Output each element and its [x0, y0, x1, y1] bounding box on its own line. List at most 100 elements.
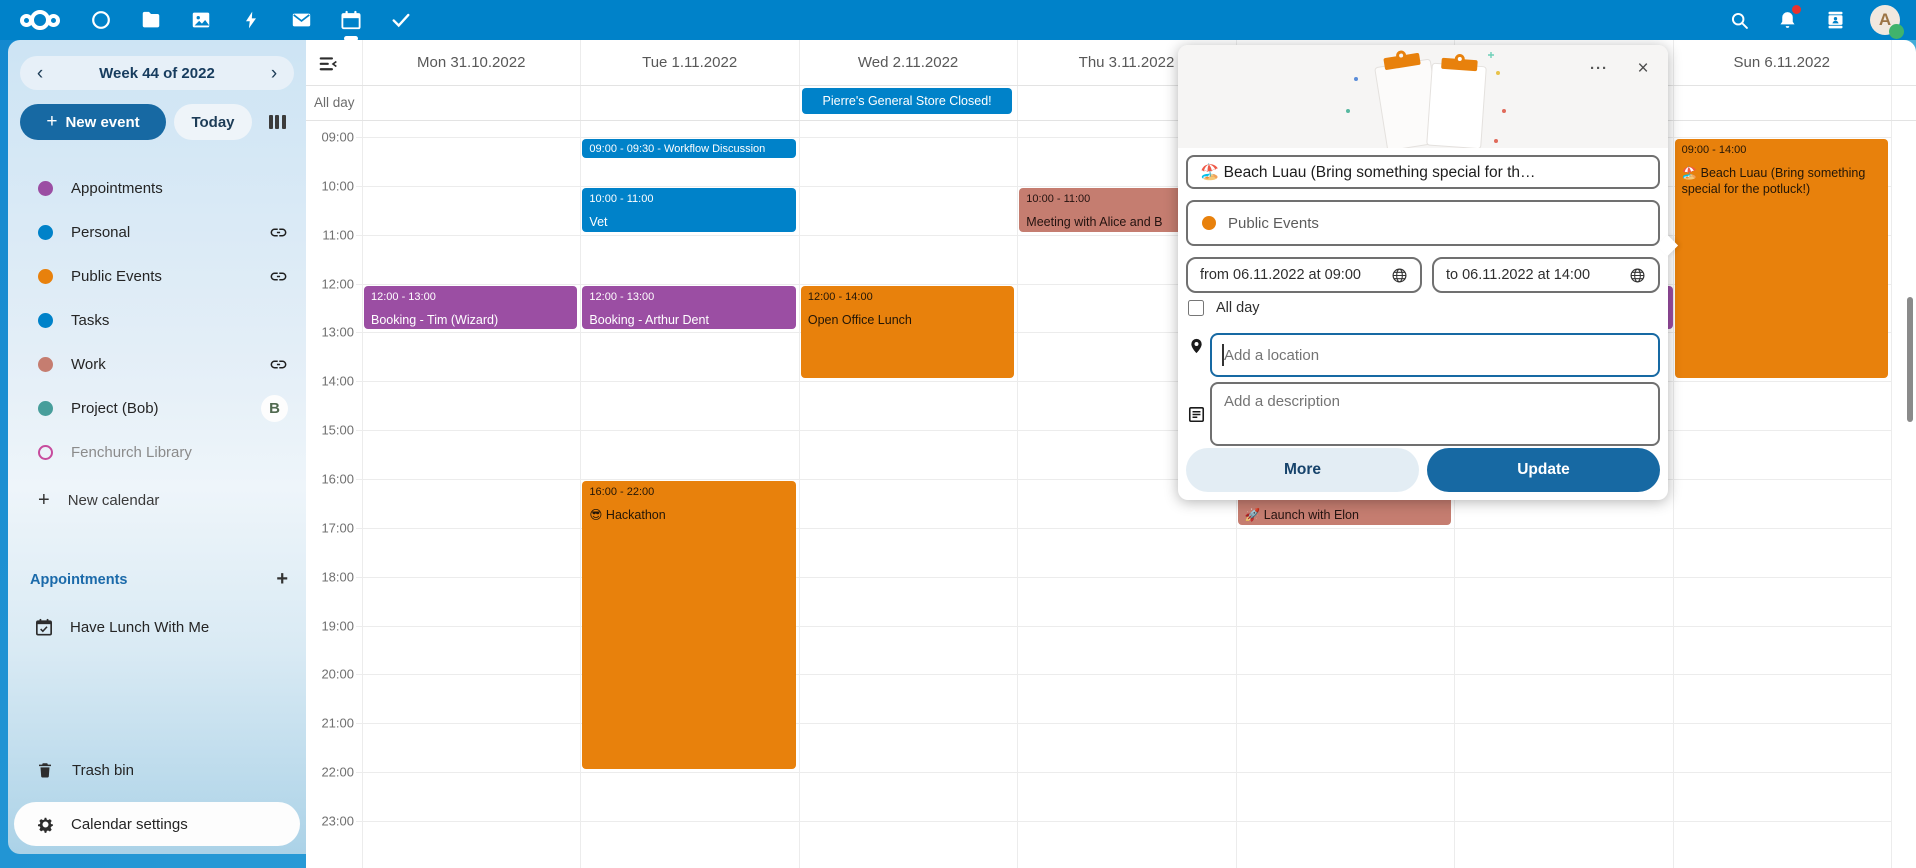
share-link-icon[interactable] [269, 355, 288, 374]
new-calendar-button[interactable]: + New calendar [8, 478, 306, 522]
calendar-event[interactable]: 09:00 - 14:00🏖️ Beach Luau (Bring someth… [1675, 139, 1888, 378]
to-datetime-field[interactable]: to 06.11.2022 at 14:00 [1432, 257, 1660, 293]
calendar-color-dot [38, 445, 53, 460]
text-cursor [1222, 344, 1224, 366]
event-title-field[interactable]: 🏖️ Beach Luau (Bring something special f… [1186, 155, 1660, 189]
event-title: Booking - Arthur Dent [589, 312, 788, 328]
location-field-wrapper [1210, 333, 1660, 377]
calendar-item-label: Work [71, 356, 269, 373]
more-options-icon[interactable]: ··· [1584, 53, 1614, 83]
calendar-week-grid: All day Mon 31.10.2022Tue 1.11.2022Wed 2… [306, 40, 1916, 868]
event-editor-popup: ··· × 🏖️ Beach Luau (Bring something spe… [1178, 45, 1668, 500]
avatar[interactable]: A [1870, 5, 1900, 35]
from-datetime-value: from 06.11.2022 at 09:00 [1200, 267, 1361, 283]
hour-gridline [306, 528, 1891, 529]
view-mode-toggle[interactable] [260, 105, 294, 139]
search-icon[interactable] [1726, 7, 1752, 33]
allday-separator [306, 120, 1916, 121]
all-day-checkbox-label: All day [1216, 300, 1260, 316]
add-appointment-button[interactable]: + [276, 568, 288, 591]
mail-icon[interactable] [288, 7, 314, 33]
dashboard-icon[interactable] [88, 7, 114, 33]
active-app-indicator [344, 36, 358, 41]
hour-label: 21:00 [306, 716, 356, 731]
calendar-item-label: Tasks [71, 312, 288, 329]
calendar-picker[interactable]: Public Events [1186, 200, 1660, 246]
calendar-event[interactable]: 12:00 - 14:00Open Office Lunch [801, 286, 1014, 379]
sidebar-calendar-item-work[interactable]: Work [8, 342, 306, 386]
calendar-color-dot [38, 401, 53, 416]
sidebar-calendar-item-public-events[interactable]: Public Events [8, 254, 306, 298]
plus-icon: + [38, 489, 50, 512]
from-datetime-field[interactable]: from 06.11.2022 at 09:00 [1186, 257, 1422, 293]
grid-column-line [1017, 40, 1018, 868]
event-time: 09:00 - 14:00 [1682, 143, 1881, 158]
description-textarea[interactable] [1210, 382, 1660, 446]
hour-label: 22:00 [306, 765, 356, 780]
share-link-icon[interactable] [269, 267, 288, 286]
previous-week-button[interactable]: ‹ [26, 59, 54, 87]
top-bar: A [0, 0, 1916, 40]
hour-gridline [306, 723, 1891, 724]
sidebar-calendar-item-project-bob-[interactable]: Project (Bob)B [8, 386, 306, 430]
new-event-button[interactable]: + New event [20, 104, 166, 140]
timezone-globe-icon[interactable] [1629, 267, 1646, 284]
notifications-bell-icon[interactable] [1774, 7, 1800, 33]
close-icon[interactable]: × [1628, 53, 1658, 83]
calendar-item-label: Appointments [71, 180, 288, 197]
event-time: 10:00 - 11:00 [589, 192, 788, 207]
event-time: 16:00 - 22:00 [589, 485, 788, 500]
sidebar-calendar-item-personal[interactable]: Personal [8, 210, 306, 254]
grid-column-line [1891, 40, 1892, 868]
sidebar-calendar-item-appointments[interactable]: Appointments [8, 166, 306, 210]
share-link-icon[interactable] [269, 223, 288, 242]
grid-column-line [362, 40, 363, 868]
new-event-label: New event [65, 114, 139, 131]
week-navigation: ‹ Week 44 of 2022 › [20, 56, 294, 90]
hour-label: 23:00 [306, 813, 356, 828]
grid-column-line [580, 40, 581, 868]
activity-icon[interactable] [238, 7, 264, 33]
hour-label: 19:00 [306, 618, 356, 633]
sidebar-calendar-item-fenchurch-library[interactable]: Fenchurch Library [8, 430, 306, 474]
photos-icon[interactable] [188, 7, 214, 33]
calendar-color-dot [38, 225, 53, 240]
location-input[interactable] [1210, 333, 1660, 377]
calendar-event[interactable]: 12:00 - 13:00Booking - Arthur Dent [582, 286, 795, 330]
timezone-globe-icon[interactable] [1391, 267, 1408, 284]
all-day-event[interactable]: Pierre's General Store Closed! [802, 88, 1012, 114]
calendar-event[interactable]: 09:00 - 09:30 - Workflow Discussion [582, 139, 795, 158]
calendar-settings-label: Calendar settings [71, 816, 188, 833]
event-title: Booking - Tim (Wizard) [371, 312, 570, 328]
today-button[interactable]: Today [174, 104, 252, 140]
collapse-sidebar-icon[interactable] [318, 56, 338, 77]
to-datetime-value: to 06.11.2022 at 14:00 [1446, 267, 1590, 283]
calendar-event[interactable]: 10:00 - 11:00Vet [582, 188, 795, 232]
next-week-button[interactable]: › [260, 59, 288, 87]
calendar-event[interactable]: 12:00 - 13:00Booking - Tim (Wizard) [364, 286, 577, 330]
gear-icon [36, 815, 55, 834]
event-title: Open Office Lunch [808, 312, 1007, 328]
calendar-icon-active[interactable] [338, 7, 364, 33]
trash-bin-label: Trash bin [72, 762, 134, 779]
vertical-scrollbar[interactable] [1907, 297, 1913, 422]
event-title: 🚀 Launch with Elon [1245, 507, 1444, 523]
hour-label: 20:00 [306, 667, 356, 682]
day-header: Wed 2.11.2022 [799, 40, 1017, 85]
contacts-icon[interactable] [1822, 7, 1848, 33]
calendar-event[interactable]: 16:00 - 22:00 😎 Hackathon [582, 481, 795, 769]
files-icon[interactable] [138, 7, 164, 33]
tasks-icon[interactable] [388, 7, 414, 33]
status-online-dot [1889, 24, 1904, 39]
sidebar-calendar-item-tasks[interactable]: Tasks [8, 298, 306, 342]
day-header: Mon 31.10.2022 [362, 40, 580, 85]
calendar-settings-button[interactable]: Calendar settings [14, 802, 300, 846]
all-day-checkbox[interactable] [1188, 300, 1204, 316]
nextcloud-logo[interactable] [20, 10, 60, 30]
trash-bin-button[interactable]: Trash bin [8, 748, 306, 792]
grid-column-line [799, 40, 800, 868]
more-button[interactable]: More [1186, 448, 1419, 492]
appointment-item[interactable]: Have Lunch With Me [8, 605, 306, 649]
event-title: 😎 Hackathon [589, 507, 788, 523]
update-button[interactable]: Update [1427, 448, 1660, 492]
